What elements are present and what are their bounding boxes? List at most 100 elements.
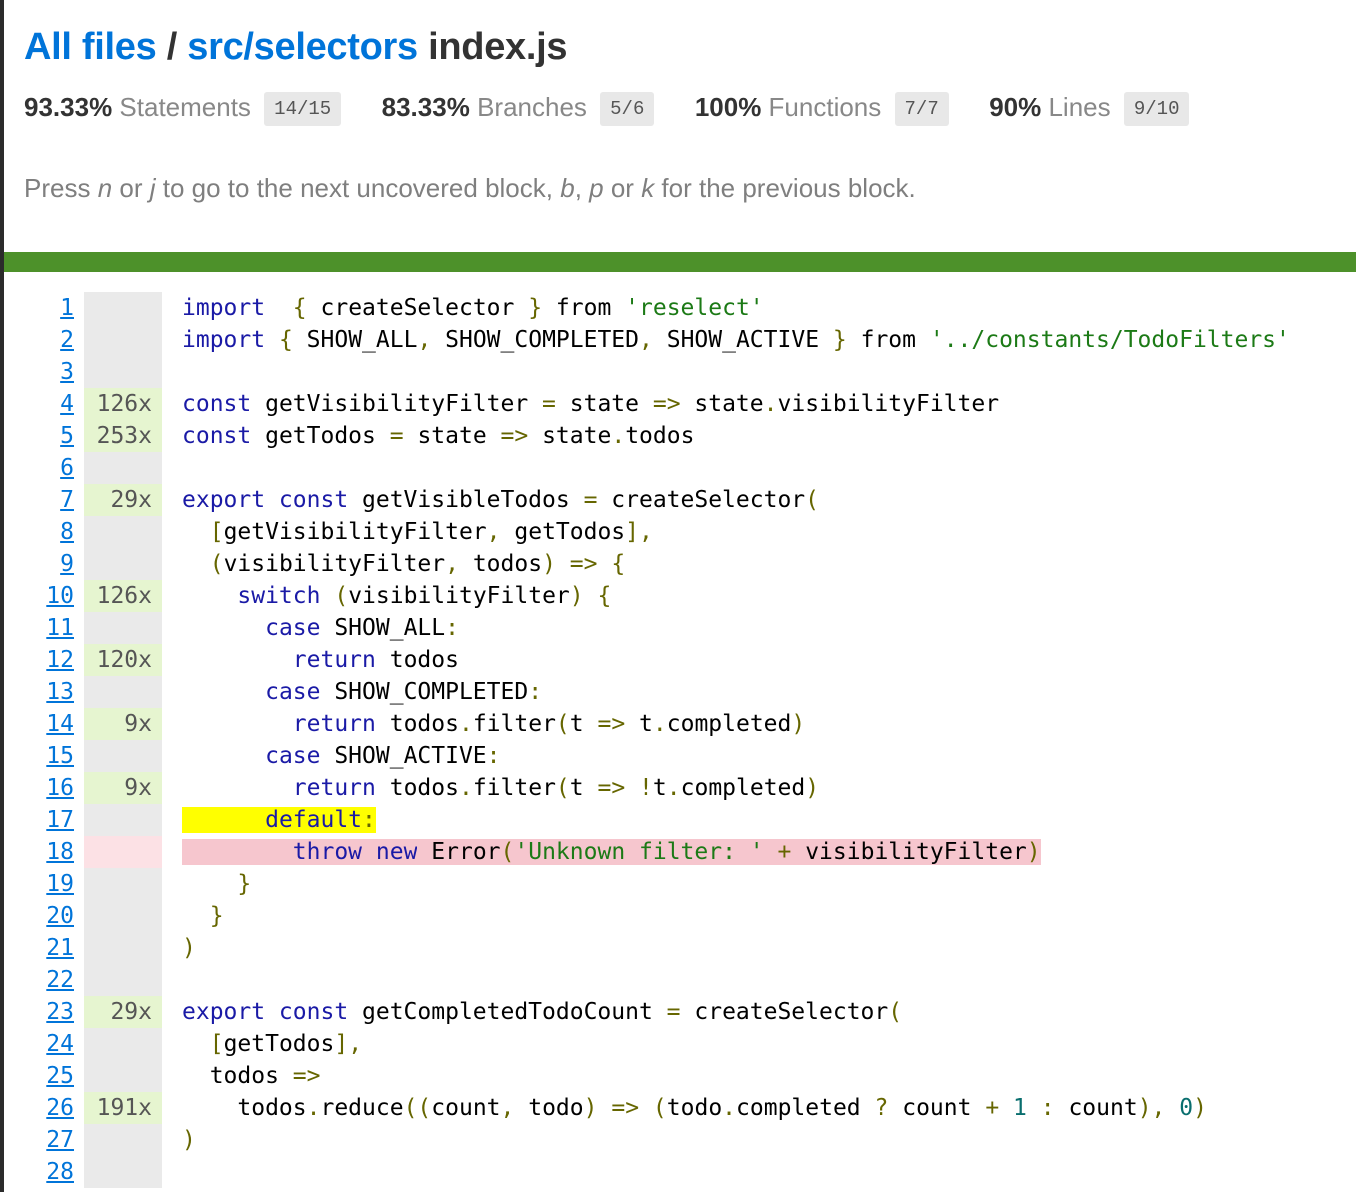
hit-count	[84, 356, 162, 388]
line-number-link[interactable]: 1	[4, 292, 74, 324]
code-token: state	[555, 391, 653, 417]
stat-statements: 93.33% Statements 14/15	[24, 92, 342, 126]
line-number-link[interactable]: 21	[4, 932, 74, 964]
line-number-link[interactable]: 15	[4, 740, 74, 772]
line-number-link[interactable]: 26	[4, 1092, 74, 1124]
line-number-link[interactable]: 18	[4, 836, 74, 868]
code-token: getTodos	[251, 423, 390, 449]
code-token: .	[458, 775, 473, 801]
line-number-link[interactable]: 24	[4, 1028, 74, 1060]
code-token: todos	[375, 775, 459, 801]
line-number-link[interactable]: 11	[4, 612, 74, 644]
hint-key: n	[97, 173, 113, 203]
code-token: SHOW_ALL	[292, 327, 418, 353]
line-number-link[interactable]: 16	[4, 772, 74, 804]
hit-count	[84, 1060, 162, 1092]
all-files-link[interactable]: All files	[24, 26, 157, 68]
line-number-link[interactable]: 27	[4, 1124, 74, 1156]
line-number-link[interactable]: 2	[4, 324, 74, 356]
code-token: state	[680, 391, 764, 417]
code-token: +	[777, 839, 792, 865]
code-token: ],	[625, 519, 653, 545]
hit-count	[84, 932, 162, 964]
line-number-link[interactable]: 3	[4, 356, 74, 388]
code-token: =>	[611, 1095, 640, 1121]
hit-count	[84, 868, 162, 900]
line-number-link[interactable]: 25	[4, 1060, 74, 1092]
code-token	[182, 807, 266, 833]
code-token	[763, 839, 778, 865]
code-token: (	[555, 711, 570, 737]
code-token: from	[542, 295, 626, 321]
code-token: =	[583, 487, 598, 513]
line-number-link[interactable]: 23	[4, 996, 74, 1028]
code-token: count	[431, 1095, 501, 1121]
code-token: SHOW_COMPLETED	[431, 327, 640, 353]
hint-text: or	[112, 173, 150, 203]
source-code: case SHOW_ALL:	[182, 612, 459, 644]
source-code: import { createSelector } from 'reselect…	[182, 292, 764, 324]
line-number-link[interactable]: 6	[4, 452, 74, 484]
line-number-link[interactable]: 19	[4, 868, 74, 900]
code-token: getTodos	[223, 1031, 335, 1057]
code-token	[362, 839, 376, 865]
code-token: =>	[597, 711, 626, 737]
stat-label: Statements	[119, 92, 251, 122]
code-token: ],	[334, 1031, 363, 1057]
code-token: !	[639, 775, 653, 801]
stat-branches: 83.33% Branches 5/6	[382, 92, 655, 126]
hit-count: 120x	[84, 644, 162, 676]
hint-text: Press	[24, 173, 98, 203]
code-token: t	[569, 775, 598, 801]
code-token: todos	[182, 1095, 307, 1121]
keyboard-hint: Press n or j to go to the next uncovered…	[24, 173, 916, 204]
line-number-link[interactable]: 10	[4, 580, 74, 612]
line-number-link[interactable]: 12	[4, 644, 74, 676]
code-token: todos	[625, 423, 695, 449]
code-token: todo	[666, 1095, 723, 1121]
code-token: ,	[639, 327, 653, 353]
line-number-link[interactable]: 5	[4, 420, 74, 452]
code-token: reduce	[320, 1095, 404, 1121]
code-token: import	[182, 295, 266, 321]
hit-count	[84, 1028, 162, 1060]
line-number-link[interactable]: 28	[4, 1156, 74, 1188]
hit-count	[84, 1124, 162, 1156]
code-token: {	[278, 327, 293, 353]
source-code: const getTodos = state => state.todos	[182, 420, 694, 452]
line-number-link[interactable]: 22	[4, 964, 74, 996]
code-token: getCompletedTodoCount	[348, 999, 667, 1025]
code-token: todos	[458, 551, 543, 577]
code-token: [	[209, 1031, 224, 1057]
code-token: completed	[666, 711, 792, 737]
code-token: .	[763, 391, 778, 417]
line-number-link[interactable]: 14	[4, 708, 74, 740]
code-token: SHOW_COMPLETED	[320, 679, 529, 705]
line-number-link[interactable]: 9	[4, 548, 74, 580]
line-number-link[interactable]: 7	[4, 484, 74, 516]
code-token: const	[182, 391, 252, 417]
hit-count	[84, 740, 162, 772]
hit-count: 126x	[84, 388, 162, 420]
line-number-link[interactable]: 13	[4, 676, 74, 708]
line-number-link[interactable]: 8	[4, 516, 74, 548]
line-number-link[interactable]: 4	[4, 388, 74, 420]
code-token: (	[805, 487, 820, 513]
line-number-link[interactable]: 20	[4, 900, 74, 932]
code-token: =>	[569, 551, 598, 577]
stat-fraction: 5/6	[600, 92, 655, 126]
line-number-link[interactable]: 17	[4, 804, 74, 836]
folder-link[interactable]: src/selectors	[187, 26, 418, 68]
code-token: }	[237, 871, 252, 897]
code-token: =>	[500, 423, 529, 449]
code-token: ,	[417, 327, 432, 353]
code-token: .	[722, 1095, 737, 1121]
source-code: export const getCompletedTodoCount = cre…	[182, 996, 902, 1028]
file-name: index.js	[428, 26, 568, 68]
code-token: [	[209, 519, 224, 545]
